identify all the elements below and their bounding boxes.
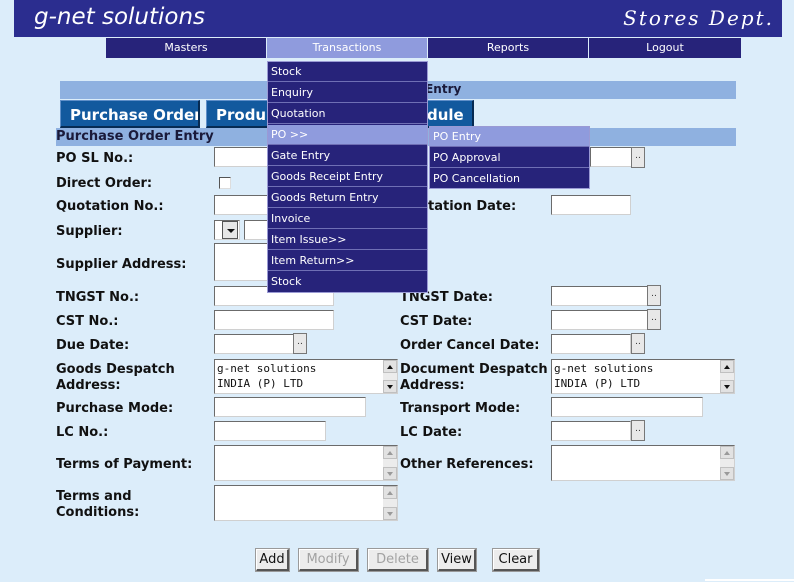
cst-no-label: CST No.:	[56, 314, 119, 329]
terms-of-payment-scrollbar[interactable]	[383, 446, 397, 480]
modify-button[interactable]: Modify	[298, 548, 359, 572]
tab-product[interactable]: Produ	[206, 100, 272, 128]
dropdown-item-enquiry[interactable]: Enquiry	[268, 83, 427, 103]
dropdown-item-po[interactable]: PO >>	[268, 125, 427, 145]
submenu-item-po-approval[interactable]: PO Approval	[430, 148, 589, 168]
quotation-date-label: tation Date:	[428, 199, 517, 214]
po-sl-no-input[interactable]	[214, 147, 274, 167]
supplier-input[interactable]	[244, 220, 268, 240]
dropdown-item-quotation[interactable]: Quotation	[268, 104, 427, 124]
section-title: Purchase Order Entry	[56, 129, 214, 144]
other-references-textarea[interactable]	[551, 445, 735, 481]
dropdown-item-stock-2[interactable]: Stock	[268, 272, 427, 292]
other-references-label: Other References:	[400, 457, 534, 472]
terms-of-payment-textarea[interactable]	[214, 445, 398, 481]
tab-purchase-order[interactable]: Purchase Order	[60, 100, 200, 128]
tab-schedule[interactable]: dule	[420, 100, 474, 128]
goods-despatch-address-label-line2: Address:	[56, 378, 121, 393]
menu-transactions[interactable]: Transactions	[267, 38, 427, 58]
tngst-date-input[interactable]	[551, 286, 648, 306]
brand-logo-text: g-net solutions	[34, 4, 206, 30]
direct-order-checkbox[interactable]	[219, 177, 231, 189]
lc-date-label: LC Date:	[400, 425, 463, 440]
dropdown-item-goods-receipt-entry[interactable]: Goods Receipt Entry	[268, 167, 427, 187]
purchase-mode-input[interactable]	[214, 397, 366, 417]
due-date-label: Due Date:	[56, 338, 130, 353]
cst-date-label: CST Date:	[400, 314, 473, 329]
quotation-date-input[interactable]	[551, 195, 631, 215]
chevron-down-icon[interactable]	[222, 221, 238, 239]
order-cancel-date-label: Order Cancel Date:	[400, 338, 540, 353]
order-cancel-date-calendar-button[interactable]: ..	[631, 333, 645, 354]
supplier-select[interactable]	[214, 220, 240, 240]
cst-date-calendar-button[interactable]: ..	[647, 309, 661, 330]
document-despatch-address-line1: g-net solutions	[554, 362, 654, 375]
menu-logout[interactable]: Logout	[589, 38, 741, 58]
terms-and-conditions-label-line2: Conditions:	[56, 505, 140, 520]
document-despatch-address-line2: INDIA (P) LTD	[554, 377, 641, 390]
goods-despatch-address-line1: g-net solutions	[217, 362, 317, 375]
document-despatch-address-label-line1: Document Despatch	[400, 362, 548, 377]
goods-despatch-address-label-line1: Goods Despatch	[56, 362, 175, 377]
goods-despatch-address-scrollbar[interactable]	[383, 360, 397, 393]
terms-and-conditions-label-line1: Terms and	[56, 489, 132, 504]
order-cancel-date-input[interactable]	[551, 334, 631, 354]
transport-mode-label: Transport Mode:	[400, 401, 521, 416]
dropdown-item-stock[interactable]: Stock	[268, 62, 427, 82]
dropdown-item-invoice[interactable]: Invoice	[268, 209, 427, 229]
other-references-scrollbar[interactable]	[720, 446, 734, 480]
menu-reports[interactable]: Reports	[428, 38, 588, 58]
goods-despatch-address-textarea[interactable]: g-net solutions INDIA (P) LTD	[214, 359, 398, 394]
page: g-net solutions Stores Dept. Masters Tra…	[0, 0, 794, 582]
quotation-no-label: Quotation No.:	[56, 199, 164, 214]
transport-mode-input[interactable]	[551, 397, 703, 417]
lc-no-input[interactable]	[214, 421, 326, 441]
delete-button[interactable]: Delete	[367, 548, 429, 572]
due-date-calendar-button[interactable]: ..	[293, 333, 307, 354]
document-despatch-address-scrollbar[interactable]	[720, 360, 734, 393]
supplier-address-label: Supplier Address:	[56, 257, 187, 272]
supplier-label: Supplier:	[56, 224, 123, 239]
goods-despatch-address-line2: INDIA (P) LTD	[217, 377, 304, 390]
terms-of-payment-label: Terms of Payment:	[56, 457, 193, 472]
po-date-calendar-button[interactable]: ..	[631, 147, 645, 168]
po-sl-no-label: PO SL No.:	[56, 151, 134, 166]
cst-date-input[interactable]	[551, 310, 648, 330]
dropdown-item-goods-return-entry[interactable]: Goods Return Entry	[268, 188, 427, 208]
dropdown-item-item-return[interactable]: Item Return>>	[268, 251, 427, 271]
lc-no-label: LC No.:	[56, 425, 109, 440]
menu-masters[interactable]: Masters	[106, 38, 266, 58]
submenu-item-po-cancellation[interactable]: PO Cancellation	[430, 169, 589, 189]
submenu-item-po-entry[interactable]: PO Entry	[430, 127, 589, 147]
purchase-mode-label: Purchase Mode:	[56, 401, 174, 416]
lc-date-calendar-button[interactable]: ..	[631, 420, 645, 441]
dropdown-item-gate-entry[interactable]: Gate Entry	[268, 146, 427, 166]
transactions-dropdown-menu: Stock Enquiry Quotation PO >> Gate Entry…	[267, 61, 428, 293]
tngst-no-label: TNGST No.:	[56, 290, 140, 305]
due-date-input[interactable]	[214, 334, 294, 354]
po-submenu: PO Entry PO Approval PO Cancellation	[429, 126, 590, 189]
bottom-divider	[705, 579, 794, 581]
department-title: Stores Dept.	[623, 6, 774, 30]
terms-and-conditions-textarea[interactable]	[214, 485, 398, 521]
header-banner: g-net solutions Stores Dept.	[14, 0, 782, 37]
cst-no-input[interactable]	[214, 310, 334, 330]
dropdown-item-item-issue[interactable]: Item Issue>>	[268, 230, 427, 250]
tngst-date-calendar-button[interactable]: ..	[647, 285, 661, 306]
terms-and-conditions-scrollbar[interactable]	[383, 486, 397, 520]
direct-order-label: Direct Order:	[56, 176, 153, 191]
po-date-input[interactable]	[590, 147, 632, 167]
clear-button[interactable]: Clear	[492, 548, 540, 572]
lc-date-input[interactable]	[551, 421, 631, 441]
document-despatch-address-textarea[interactable]: g-net solutions INDIA (P) LTD	[551, 359, 735, 394]
view-button[interactable]: View	[437, 548, 477, 572]
document-despatch-address-label-line2: Address:	[400, 378, 465, 393]
quotation-no-input[interactable]	[214, 195, 274, 215]
supplier-address-textarea[interactable]	[214, 243, 268, 281]
add-button[interactable]: Add	[255, 548, 290, 572]
